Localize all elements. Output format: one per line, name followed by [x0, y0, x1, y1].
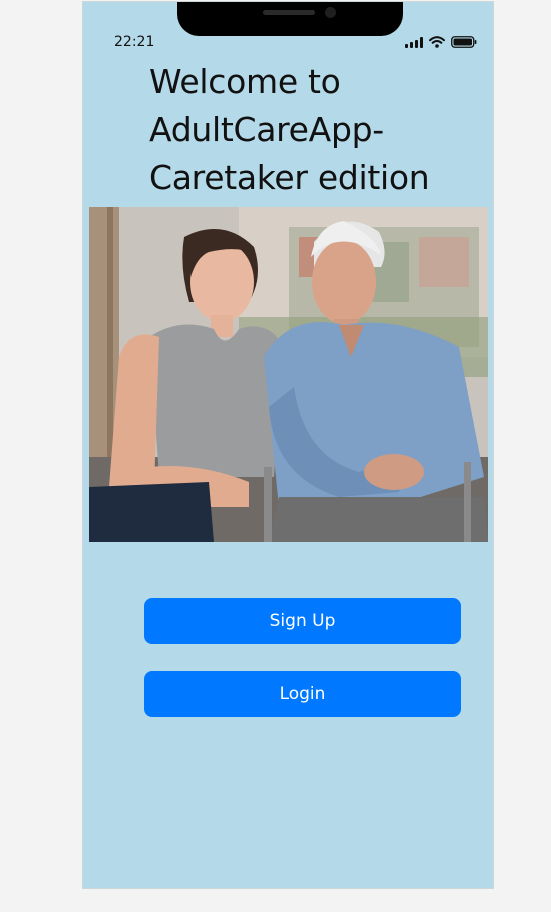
signal-icon — [405, 36, 423, 48]
phone-screen: 22:21 Welcome to AdultCareApp-Caretaker … — [82, 1, 494, 889]
status-time: 22:21 — [114, 34, 155, 50]
front-camera — [325, 7, 336, 18]
wifi-icon — [429, 36, 445, 48]
speaker-grille — [263, 10, 315, 15]
welcome-title: Welcome to AdultCareApp-Caretaker editio… — [149, 62, 430, 197]
login-button[interactable]: Login — [144, 671, 461, 717]
battery-icon — [451, 36, 477, 48]
status-icons — [405, 36, 477, 48]
sign-up-button[interactable]: Sign Up — [144, 598, 461, 644]
hero-image — [89, 207, 488, 542]
device-notch — [177, 2, 403, 36]
